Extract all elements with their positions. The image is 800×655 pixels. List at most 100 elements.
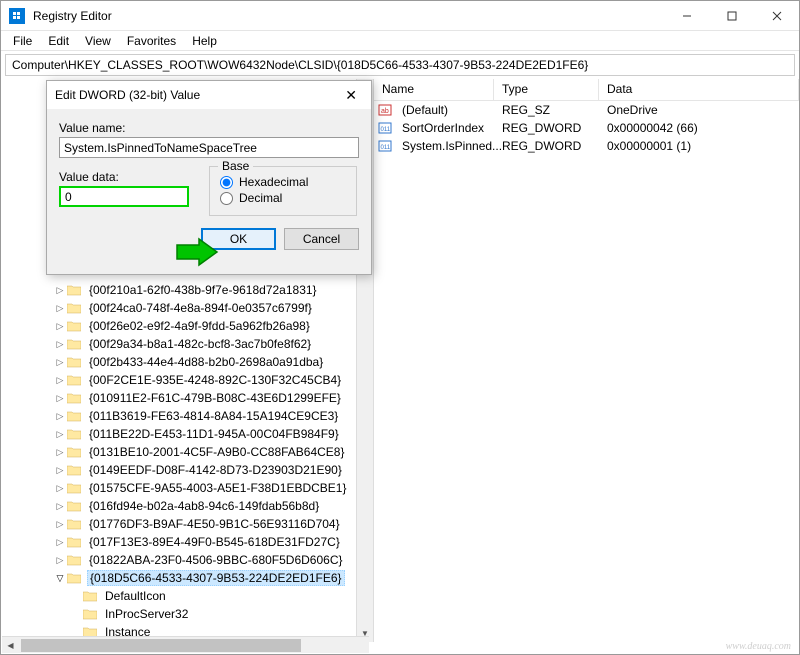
list-row[interactable]: 011SortOrderIndexREG_DWORD0x00000042 (66… <box>374 119 799 137</box>
column-data[interactable]: Data <box>599 79 799 100</box>
tree-label: InProcServer32 <box>103 607 190 621</box>
chevron-right-icon[interactable]: ▷ <box>53 555 67 566</box>
tree-item[interactable]: ▷ {017F13E3-89E4-49F0-B545-618DE31FD27C} <box>5 533 369 551</box>
close-button[interactable] <box>754 1 799 31</box>
folder-icon <box>67 445 83 459</box>
tree-item[interactable]: ▷{01776DF3-B9AF-4E50-9B1C-56E93116D704} <box>5 515 369 533</box>
string-value-icon: ab <box>378 103 394 117</box>
list-row[interactable]: 011System.IsPinned...REG_DWORD0x00000001… <box>374 137 799 155</box>
column-type[interactable]: Type <box>494 79 599 100</box>
tree-label: {00f2b433-44e4-4d88-b2b0-2698a0a91dba} <box>87 355 325 369</box>
tree-item[interactable]: ▷ {016fd94e-b02a-4ab8-94c6-149fdab56b8d} <box>5 497 369 515</box>
dialog-close-button[interactable]: ✕ <box>339 87 363 104</box>
column-name[interactable]: Name <box>374 79 494 100</box>
tree-label: {00F2CE1E-935E-4248-892C-130F32C45CB4} <box>87 373 343 387</box>
tree-label: {018D5C66-4533-4307-9B53-224DE2ED1FE6} <box>87 570 345 586</box>
chevron-down-icon[interactable]: ▽ <box>53 573 67 584</box>
tree-item[interactable]: ▷{010911E2-F61C-479B-B08C-43E6D1299EFE} <box>5 389 369 407</box>
radio-decimal[interactable]: Decimal <box>220 191 346 205</box>
tree-item[interactable]: DefaultIcon <box>5 587 369 605</box>
tree-item[interactable]: ▷ {011B3619-FE63-4814-8A84-15A194CE9CE3} <box>5 407 369 425</box>
folder-icon <box>67 283 83 297</box>
chevron-right-icon[interactable]: ▷ <box>53 303 67 314</box>
chevron-right-icon[interactable]: ▷ <box>53 447 67 458</box>
menu-file[interactable]: File <box>5 32 40 50</box>
tree-label: {00f26e02-e9f2-4a9f-9fdd-5a962fb26a98} <box>87 319 312 333</box>
value-data: 0x00000001 (1) <box>599 139 799 153</box>
value-name-input[interactable] <box>59 137 359 158</box>
chevron-right-icon[interactable]: ▷ <box>53 357 67 368</box>
tree-label: {0149EEDF-D08F-4142-8D73-D23903D21E90} <box>87 463 344 477</box>
menu-favorites[interactable]: Favorites <box>119 32 184 50</box>
chevron-right-icon[interactable]: ▷ <box>53 411 67 422</box>
list-pane[interactable]: Name Type Data ab(Default)REG_SZOneDrive… <box>374 79 799 642</box>
chevron-right-icon[interactable]: ▷ <box>53 375 67 386</box>
tree-item[interactable]: ▷ {00f26e02-e9f2-4a9f-9fdd-5a962fb26a98} <box>5 317 369 335</box>
tree-label: {0131BE10-2001-4C5F-A9B0-CC88FAB64CE8} <box>87 445 347 459</box>
tree-item[interactable]: ▷ {00f2b433-44e4-4d88-b2b0-2698a0a91dba} <box>5 353 369 371</box>
base-group-label: Base <box>218 159 253 173</box>
dialog-titlebar[interactable]: Edit DWORD (32-bit) Value ✕ <box>47 81 371 109</box>
chevron-right-icon[interactable]: ▷ <box>53 429 67 440</box>
value-data: OneDrive <box>599 103 799 117</box>
tree-item[interactable]: ▷{00f210a1-62f0-438b-9f7e-9618d72a1831} <box>5 281 369 299</box>
chevron-right-icon[interactable]: ▷ <box>53 519 67 530</box>
minimize-button[interactable] <box>664 1 709 31</box>
value-name-label: Value name: <box>59 121 359 135</box>
chevron-right-icon[interactable]: ▷ <box>53 285 67 296</box>
tree-label: {017F13E3-89E4-49F0-B545-618DE31FD27C} <box>87 535 342 549</box>
chevron-right-icon[interactable]: ▷ <box>53 483 67 494</box>
tree-label: {00f24ca0-748f-4e8a-894f-0e0357c6799f} <box>87 301 314 315</box>
tree-item[interactable]: ▷{011BE22D-E453-11D1-945A-00C04FB984F9} <box>5 425 369 443</box>
chevron-right-icon[interactable]: ▷ <box>53 393 67 404</box>
chevron-right-icon[interactable]: ▷ <box>53 501 67 512</box>
menu-view[interactable]: View <box>77 32 119 50</box>
dialog-title: Edit DWORD (32-bit) Value <box>55 88 339 102</box>
tree-horizontal-scrollbar[interactable]: ◀ <box>2 636 369 653</box>
scrollbar-thumb[interactable] <box>21 639 301 652</box>
radio-hex-input[interactable] <box>220 176 233 189</box>
folder-icon <box>67 391 83 405</box>
folder-icon <box>67 571 83 585</box>
chevron-right-icon[interactable]: ▷ <box>53 339 67 350</box>
menu-help[interactable]: Help <box>184 32 225 50</box>
tree-item[interactable]: ▷{01575CFE-9A55-4003-A5E1-F38D1EBDCBE1} <box>5 479 369 497</box>
address-bar[interactable]: Computer\HKEY_CLASSES_ROOT\WOW6432Node\C… <box>5 54 795 76</box>
tree-item[interactable]: ▷ {00f29a34-b8a1-482c-bcf8-3ac7b0fe8f62} <box>5 335 369 353</box>
tree-item[interactable]: ▷ {0149EEDF-D08F-4142-8D73-D23903D21E90} <box>5 461 369 479</box>
maximize-button[interactable] <box>709 1 754 31</box>
tree-item[interactable]: ▷ {0131BE10-2001-4C5F-A9B0-CC88FAB64CE8} <box>5 443 369 461</box>
list-header: Name Type Data <box>374 79 799 101</box>
value-data-input[interactable] <box>59 186 189 207</box>
tree-item[interactable]: ▷ {00f24ca0-748f-4e8a-894f-0e0357c6799f} <box>5 299 369 317</box>
folder-icon <box>67 499 83 513</box>
folder-icon <box>67 409 83 423</box>
chevron-right-icon[interactable]: ▷ <box>53 465 67 476</box>
tree-item[interactable]: ▷ {00F2CE1E-935E-4248-892C-130F32C45CB4} <box>5 371 369 389</box>
value-name: (Default) <box>394 103 494 117</box>
cancel-button[interactable]: Cancel <box>284 228 359 250</box>
folder-icon <box>67 355 83 369</box>
folder-icon <box>67 301 83 315</box>
tree-label: {00f29a34-b8a1-482c-bcf8-3ac7b0fe8f62} <box>87 337 313 351</box>
chevron-right-icon[interactable]: ▷ <box>53 321 67 332</box>
tree-label: {011B3619-FE63-4814-8A84-15A194CE9CE3} <box>87 409 340 423</box>
svg-text:011: 011 <box>381 145 391 151</box>
tree-item[interactable]: ▽ {018D5C66-4533-4307-9B53-224DE2ED1FE6} <box>5 569 369 587</box>
list-row[interactable]: ab(Default)REG_SZOneDrive <box>374 101 799 119</box>
tree-label: {016fd94e-b02a-4ab8-94c6-149fdab56b8d} <box>87 499 321 513</box>
folder-icon <box>67 553 83 567</box>
window-titlebar: Registry Editor <box>1 1 799 31</box>
radio-hexadecimal[interactable]: Hexadecimal <box>220 175 346 189</box>
regedit-app-icon <box>9 8 25 24</box>
svg-text:ab: ab <box>381 108 389 115</box>
value-data: 0x00000042 (66) <box>599 121 799 135</box>
tree-item[interactable]: ▷{01822ABA-23F0-4506-9BBC-680F5D6D606C} <box>5 551 369 569</box>
menu-edit[interactable]: Edit <box>40 32 77 50</box>
tree-item[interactable]: InProcServer32 <box>5 605 369 623</box>
value-type: REG_DWORD <box>494 139 599 153</box>
folder-icon <box>83 607 99 621</box>
radio-dec-input[interactable] <box>220 192 233 205</box>
value-name: System.IsPinned... <box>394 139 494 153</box>
chevron-right-icon[interactable]: ▷ <box>53 537 67 548</box>
